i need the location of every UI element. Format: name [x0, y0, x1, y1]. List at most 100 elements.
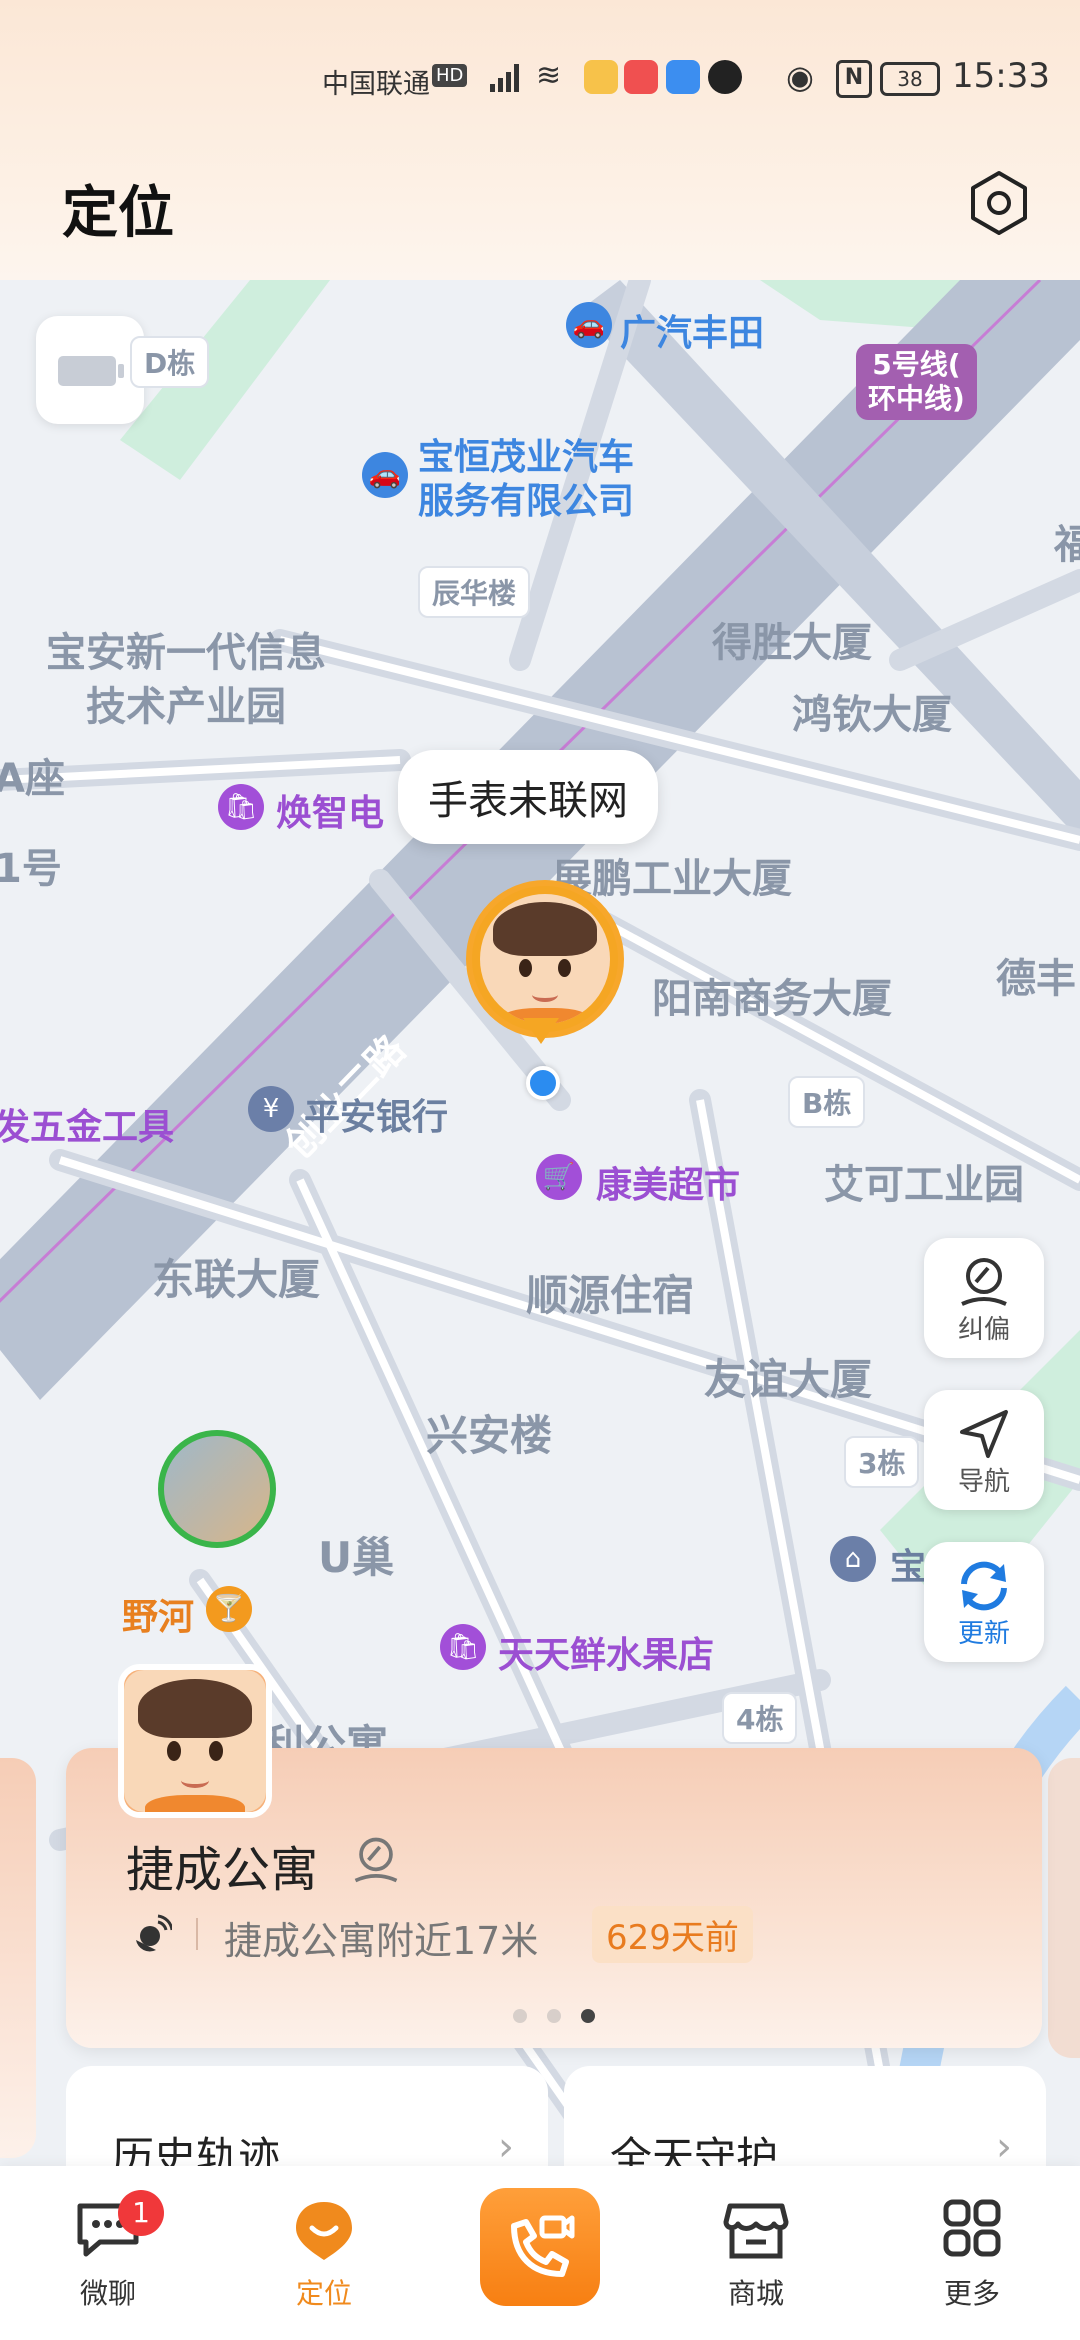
settings-icon[interactable] — [966, 170, 1032, 236]
poi-donglian[interactable]: 东联大厦 — [152, 1246, 320, 1307]
car-icon: 🚗 — [362, 452, 408, 498]
poi-xingan[interactable]: 兴安楼 — [426, 1402, 552, 1463]
satellite-icon — [136, 1914, 172, 1952]
poi-gac-toyota[interactable]: 广汽丰田 — [620, 304, 764, 356]
navigate-icon — [960, 1410, 1008, 1458]
card-divider — [196, 1918, 198, 1950]
status-bar: 中国联通 HD ≋ ◉ N 38 15:33 — [0, 56, 1080, 102]
shop-icon: 🛍 — [440, 1624, 486, 1670]
correct-label: 纠偏 — [957, 1315, 1010, 1345]
location-correct-icon[interactable] — [348, 1832, 404, 1888]
clock: 15:33 — [952, 56, 1050, 96]
bar-icon: 🍸 — [206, 1586, 252, 1632]
poi-yangnan[interactable]: 阳南商务大厦 — [652, 966, 892, 1024]
poi-hardware[interactable]: 发五金工具 — [0, 1098, 174, 1150]
poi-desheng[interactable]: 得胜大厦 — [712, 610, 872, 668]
poi-chenhua: 辰华楼 — [418, 566, 531, 618]
chevron-right-icon: › — [498, 2124, 514, 2170]
app-notify-icon — [584, 60, 618, 94]
car-icon: 🚗 — [566, 302, 612, 348]
top-bar: 中国联通 HD ≋ ◉ N 38 15:33 定位 — [0, 0, 1080, 280]
nfc-icon: N — [836, 60, 872, 98]
next-card-peek[interactable] — [1048, 1758, 1080, 2058]
photo-marker[interactable] — [158, 1430, 276, 1548]
poi-b3: 3栋 — [844, 1436, 920, 1488]
carrier-label: 中国联通 — [322, 69, 430, 100]
poi-shunyuan[interactable]: 顺源住宿 — [526, 1262, 694, 1323]
card-page-indicator — [66, 2008, 1042, 2027]
poi-huanzhi[interactable]: 焕智电 — [276, 784, 384, 836]
nav-more-label: 更多 — [943, 2277, 1000, 2310]
poi-a-zuo[interactable]: A座 — [0, 746, 65, 804]
refresh-button[interactable]: 更新 — [924, 1542, 1044, 1662]
child-location-marker[interactable] — [466, 880, 624, 1038]
nav-chat[interactable]: 1 微聊 — [38, 2190, 178, 2312]
page-dot — [547, 2009, 561, 2023]
refresh-label: 更新 — [957, 1619, 1010, 1649]
shop-icon — [723, 2203, 789, 2259]
locate-icon — [296, 2202, 352, 2260]
wifi-icon: ≋ — [536, 58, 562, 93]
poi-pingan-bank[interactable]: 平安银行 — [304, 1088, 448, 1140]
bottom-nav: 1 微聊 定位 商城 更多 — [0, 2166, 1080, 2340]
nav-mall[interactable]: 商城 — [686, 2198, 826, 2312]
poi-b4: 4栋 — [722, 1692, 798, 1744]
poi-baoan-park[interactable]: 宝安新一代信息 技术产业园 — [46, 626, 326, 734]
nav-locate[interactable]: 定位 — [254, 2198, 394, 2312]
poi-youyi[interactable]: 友谊大厦 — [704, 1346, 872, 1407]
nav-locate-label: 定位 — [295, 2277, 352, 2310]
hd-icon: HD — [432, 64, 468, 87]
poi-bao[interactable]: 宝 — [890, 1538, 926, 1590]
shop-icon: 🛍 — [218, 784, 264, 830]
watch-battery-button[interactable] — [36, 316, 144, 424]
poi-hongqin[interactable]: 鸿钦大厦 — [792, 682, 952, 740]
battery-icon — [58, 356, 116, 386]
metro-line-label[interactable]: 5号线( 环中线) — [856, 344, 977, 420]
navigate-button[interactable]: 导航 — [924, 1390, 1044, 1510]
chevron-right-icon: › — [996, 2124, 1012, 2170]
previous-card-peek[interactable] — [0, 1758, 36, 2158]
poi-fu[interactable]: 福 — [1054, 512, 1080, 570]
cart-icon: 🛒 — [536, 1154, 582, 1200]
huawei-notify-icon — [624, 60, 658, 94]
page-dot — [513, 2009, 527, 2023]
watch-offline-bubble: 手表未联网 — [398, 750, 658, 844]
battery-tip — [118, 364, 124, 378]
map-notify-icon — [666, 60, 700, 94]
poi-baoheng[interactable]: 宝恒茂业汽车 服务有限公司 — [418, 436, 634, 524]
video-call-button[interactable] — [480, 2188, 600, 2306]
marker-tail — [523, 1018, 559, 1044]
poi-defeng[interactable]: 德丰 — [996, 946, 1076, 1004]
signal-icon — [490, 64, 519, 92]
chat-badge: 1 — [118, 2190, 164, 2236]
building-icon: ⌂ — [830, 1536, 876, 1582]
correct-icon — [961, 1258, 1007, 1306]
location-name: 捷成公寓 — [126, 1842, 319, 1898]
correct-button[interactable]: 纠偏 — [924, 1238, 1044, 1358]
bank-icon: ¥ — [248, 1086, 294, 1132]
child-avatar — [124, 1670, 266, 1812]
page-dot-active — [581, 2009, 595, 2023]
poi-kangmei[interactable]: 康美超市 — [596, 1156, 740, 1208]
eye-comfort-icon: ◉ — [786, 58, 814, 96]
current-location-dot — [526, 1066, 560, 1100]
poi-d-building: D栋 — [130, 336, 210, 388]
qq-notify-icon — [708, 60, 742, 94]
nav-chat-label: 微聊 — [79, 2277, 136, 2310]
card-child-avatar[interactable] — [118, 1664, 272, 1818]
location-detail: 捷成公寓附近17米 — [224, 1919, 539, 1963]
poi-u-chao[interactable]: U巢 — [318, 1524, 394, 1585]
poi-yehe[interactable]: 野河 — [122, 1588, 194, 1640]
nav-mall-label: 商城 — [727, 2277, 784, 2310]
phone-video-icon — [511, 2215, 575, 2277]
poi-no1[interactable]: 1号 — [0, 836, 62, 894]
location-time-badge: 629天前 — [592, 1906, 753, 1963]
poi-tiantian[interactable]: 天天鲜水果店 — [498, 1626, 714, 1678]
refresh-icon — [961, 1561, 1007, 1611]
nav-more[interactable]: 更多 — [902, 2198, 1042, 2312]
battery-indicator: 38 — [880, 62, 940, 96]
poi-aike[interactable]: 艾可工业园 — [824, 1152, 1024, 1210]
grid-icon — [943, 2199, 1001, 2257]
page-title: 定位 — [62, 181, 174, 246]
child-avatar — [480, 894, 610, 1024]
